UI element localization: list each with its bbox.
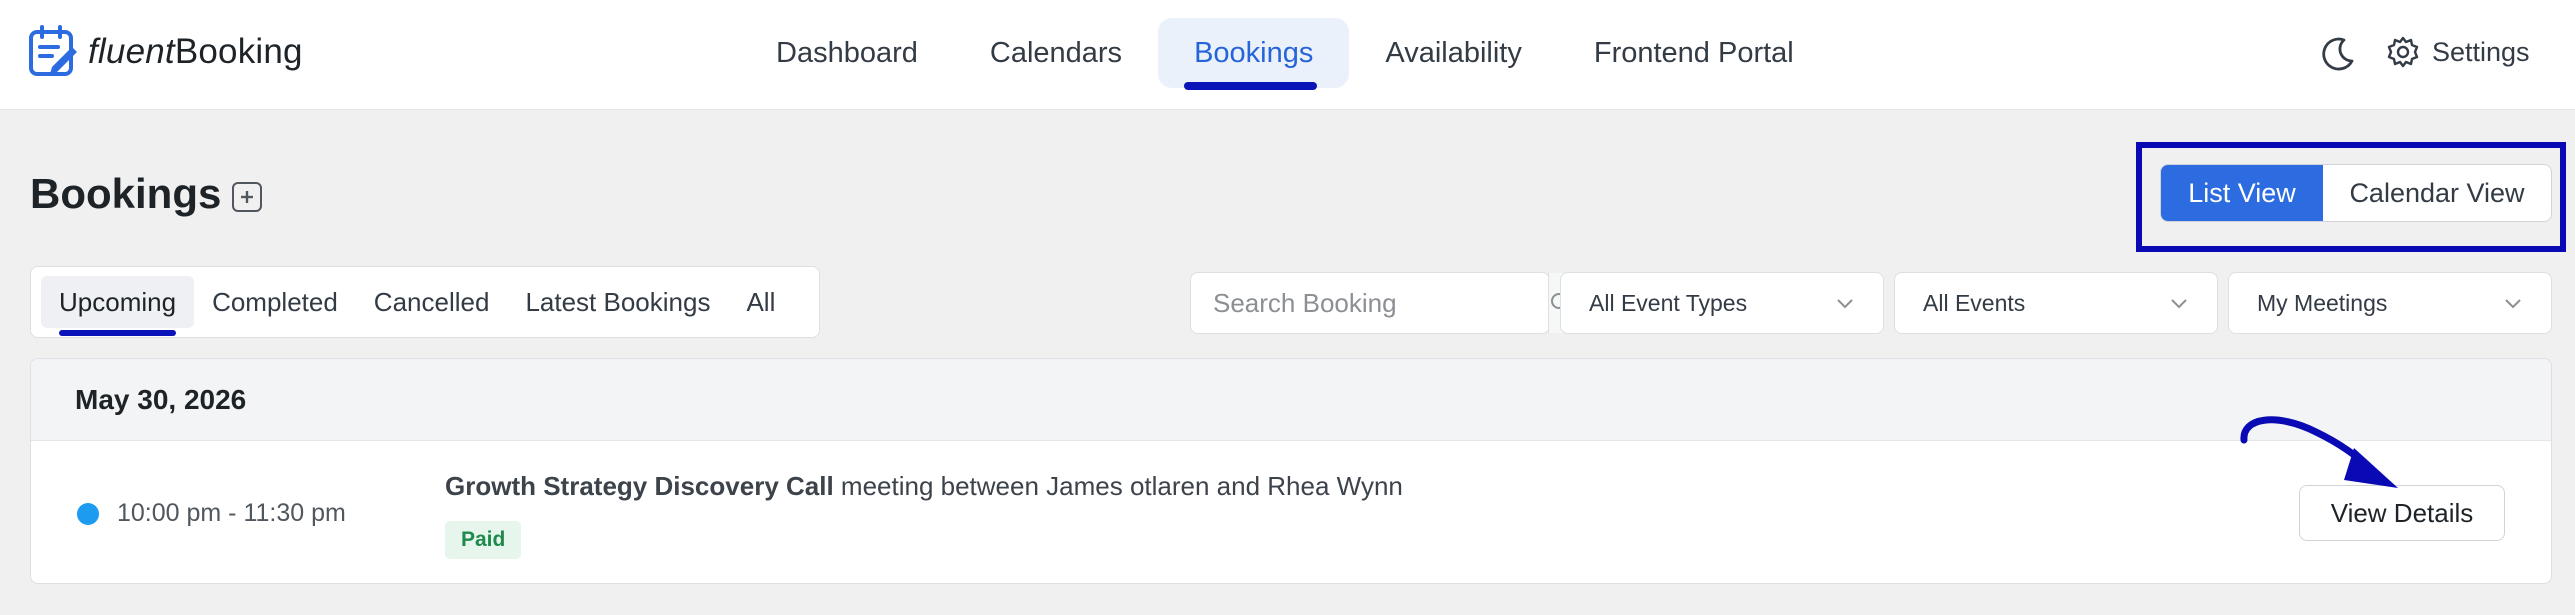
tab-cancelled-label: Cancelled	[373, 286, 490, 317]
app-logo[interactable]: fluentBooking	[28, 24, 303, 80]
nav-calendars-label: Calendars	[989, 36, 1123, 69]
nav-dashboard[interactable]: Dashboard	[740, 18, 954, 88]
meetings-select[interactable]: My Meetings	[2228, 272, 2552, 334]
top-navigation-bar: fluentBooking Dashboard Calendars Bookin…	[0, 0, 2575, 110]
status-dot	[77, 503, 99, 525]
active-tab-underline	[59, 330, 177, 336]
booking-time: 10:00 pm - 11:30 pm	[117, 499, 346, 527]
booking-description: meeting between James otlaren and Rhea W…	[833, 471, 1403, 501]
nav-frontend-portal[interactable]: Frontend Portal	[1558, 18, 1830, 88]
settings-label: Settings	[2432, 36, 2530, 67]
meetings-select-value: My Meetings	[2257, 289, 2388, 316]
nav-availability-label: Availability	[1385, 36, 1522, 69]
calendar-pen-icon	[29, 25, 77, 76]
booking-summary: Growth Strategy Discovery Call meeting b…	[445, 471, 1403, 502]
payment-status-badge: Paid	[445, 521, 522, 559]
tab-latest-bookings[interactable]: Latest Bookings	[507, 276, 728, 328]
tab-upcoming-label: Upcoming	[59, 286, 177, 317]
nav-bookings-label: Bookings	[1194, 36, 1314, 69]
tab-all-label: All	[746, 286, 776, 317]
logo-text-booking: Booking	[174, 32, 303, 71]
tab-completed-label: Completed	[212, 286, 338, 317]
tab-latest-bookings-label: Latest Bookings	[525, 286, 711, 317]
search-input[interactable]	[1191, 273, 1548, 333]
events-select-value: All Events	[1923, 289, 2026, 316]
tab-upcoming[interactable]: Upcoming	[41, 276, 195, 336]
tab-completed[interactable]: Completed	[194, 276, 356, 328]
view-switch: List View Calendar View	[2160, 164, 2552, 222]
nav-dashboard-label: Dashboard	[776, 36, 918, 69]
nav-calendars[interactable]: Calendars	[954, 18, 1158, 88]
search-box	[1190, 272, 1573, 334]
moon-icon[interactable]	[2318, 34, 2358, 74]
nav-frontend-portal-label: Frontend Portal	[1593, 36, 1794, 69]
event-types-select-value: All Event Types	[1589, 289, 1748, 316]
annotation-arrow-icon	[2240, 416, 2398, 488]
main-nav: Dashboard Calendars Bookings Availabilit…	[740, 18, 1830, 90]
page-title: Bookings	[30, 170, 222, 217]
booking-status-tabs: Upcoming Completed Cancelled Latest Book…	[30, 266, 820, 338]
nav-bookings[interactable]: Bookings	[1158, 18, 1350, 90]
tab-all[interactable]: All	[728, 276, 793, 328]
chevron-down-icon	[2505, 299, 2521, 309]
booking-date-header: May 30, 2026	[31, 359, 2551, 441]
booking-event-name: Growth Strategy Discovery Call	[445, 471, 834, 501]
logo-text-fluent: fluent	[88, 32, 175, 71]
active-nav-underline	[1184, 82, 1318, 90]
booking-group-card: May 30, 2026 10:00 pm - 11:30 pm Growth …	[30, 358, 2552, 584]
list-view-button[interactable]: List View	[2161, 165, 2323, 221]
booking-row: 10:00 pm - 11:30 pm Growth Strategy Disc…	[31, 441, 2551, 583]
calendar-view-button[interactable]: Calendar View	[2323, 165, 2551, 221]
chevron-down-icon	[1837, 299, 1853, 309]
nav-availability[interactable]: Availability	[1349, 18, 1557, 88]
chevron-down-icon	[2171, 299, 2187, 309]
settings-button[interactable]: Settings	[2386, 30, 2530, 74]
add-booking-button[interactable]	[232, 182, 262, 212]
tab-cancelled[interactable]: Cancelled	[356, 276, 508, 328]
gear-icon	[2387, 36, 2419, 68]
events-select[interactable]: All Events	[1894, 272, 2218, 334]
plus-square-icon	[241, 191, 253, 203]
event-types-select[interactable]: All Event Types	[1560, 272, 1884, 334]
